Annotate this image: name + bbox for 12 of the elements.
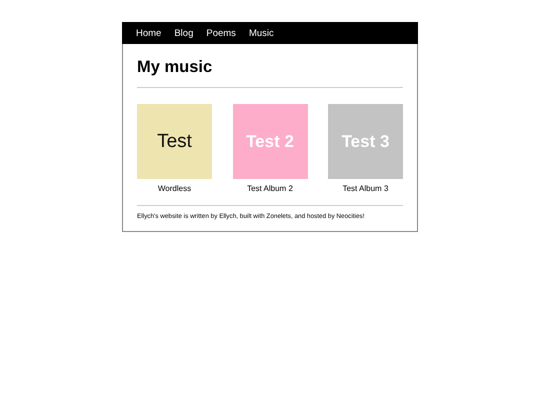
nav-link[interactable]: Blog <box>174 28 194 38</box>
album-caption: Wordless <box>158 184 192 193</box>
cover-text: Test 2 <box>246 132 294 152</box>
album-caption: Test Album 2 <box>247 184 293 193</box>
page-title: My music <box>137 58 214 78</box>
cover-text: Test 3 <box>342 132 390 152</box>
cover-text: Test <box>157 130 192 152</box>
album-cover[interactable]: Test <box>137 104 212 179</box>
album-caption: Test Album 3 <box>342 184 388 193</box>
nav-link[interactable]: Home <box>136 28 162 38</box>
nav-link[interactable]: Poems <box>206 28 236 38</box>
nav-link[interactable]: Music <box>248 28 274 38</box>
